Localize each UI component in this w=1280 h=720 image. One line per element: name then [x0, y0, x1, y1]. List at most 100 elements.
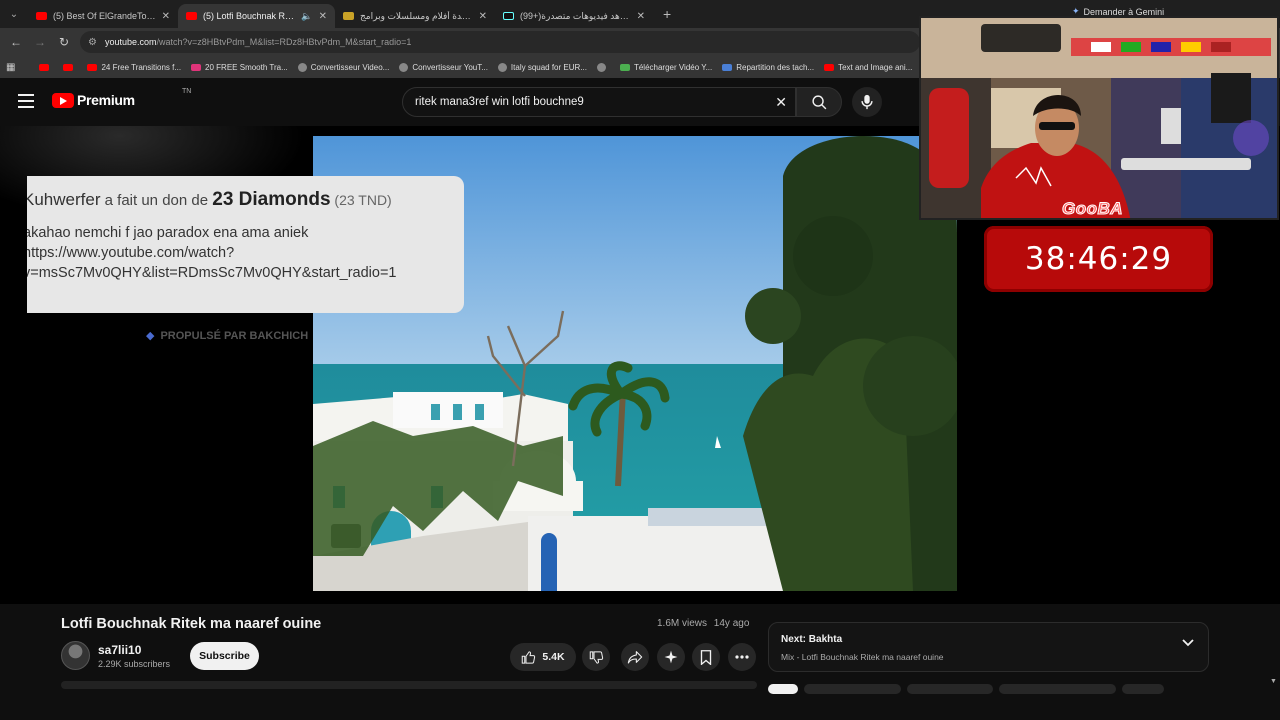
bookmark-label: Convertisseur Video... [310, 62, 390, 72]
bookmark-label: Text and Image ani... [838, 62, 913, 72]
filter-chip[interactable] [907, 684, 993, 694]
tab-title: (99+)شاهد فيديوهات متصدرة | [520, 10, 631, 21]
bookmark-item[interactable]: Convertisseur Video... [297, 62, 390, 72]
search-button[interactable] [796, 87, 842, 117]
bookmark-item[interactable]: 24 Free Transitions f... [87, 63, 181, 72]
chevron-down-icon[interactable] [1182, 639, 1194, 647]
bookmark-item[interactable]: Repartition des tach... [722, 63, 814, 72]
bookmark-label: Convertisseur YouT... [412, 62, 488, 72]
search-query: ritek mana3ref win lotfi bouchne9 [415, 96, 584, 108]
share-arrow-icon [627, 651, 643, 664]
youtube-favicon-icon [39, 63, 50, 71]
tab-lotfi-bouchnak[interactable]: (5) Lotfi Bouchnak Ritek ma 🔈 ✕ [178, 4, 335, 28]
bookmark-icon [700, 649, 712, 665]
back-arrow-icon[interactable]: ← [4, 35, 28, 49]
channel-name[interactable]: sa7lii10 [98, 643, 141, 657]
tab-arabic-movies[interactable]: مشاهدة أفلام ومسلسلات وبرامج ✕ [335, 4, 495, 28]
bookmark-label: Télécharger Vidéo Y... [633, 62, 713, 72]
bookmark-item[interactable] [596, 62, 610, 72]
bakchich-logo-icon: ◆ [146, 330, 155, 342]
donor-name: Kuhwerfer [27, 190, 101, 209]
bookmark-item[interactable]: Télécharger Vidéo Y... [619, 62, 713, 72]
tab-title: مشاهدة أفلام ومسلسلات وبرامج [360, 10, 473, 21]
thumbs-down-icon [589, 650, 603, 664]
bookmark-item[interactable] [39, 63, 53, 71]
view-count: 1.6M views [657, 618, 708, 629]
forward-arrow-icon[interactable]: → [28, 35, 52, 49]
dislike-button[interactable] [582, 643, 610, 671]
filter-chip[interactable] [999, 684, 1116, 694]
search-input[interactable]: ritek mana3ref win lotfi bouchne9 ✕ [402, 87, 796, 117]
ask-ai-button[interactable] [657, 643, 685, 671]
more-actions-button[interactable] [728, 643, 756, 671]
subscriber-count: 2.29K subscribers [98, 659, 171, 669]
microphone-icon [861, 94, 873, 110]
search-icon [811, 94, 826, 109]
tab-tiktok[interactable]: (99+)شاهد فيديوهات متصدرة | ✕ [495, 4, 653, 28]
site-info-icon[interactable]: ⚙ [88, 37, 97, 48]
gemini-label: Demander à Gemini [1083, 6, 1165, 17]
filter-chip[interactable] [804, 684, 901, 694]
tab-best-of-elgrandetoto[interactable]: (5) Best Of ElGrandeToto V1 - Y ✕ [28, 4, 178, 28]
donation-amount: 23 Diamonds [212, 189, 331, 210]
like-button[interactable]: 5.4K [510, 643, 576, 671]
like-count: 5.4K [542, 651, 565, 663]
close-tab-icon[interactable]: ✕ [479, 11, 487, 22]
donation-alert: Kuhwerfer a fait un don de 23 Diamonds (… [27, 176, 464, 313]
bookmark-item[interactable]: Italy squad for EUR... [497, 62, 587, 72]
video-meta[interactable]: 1.6M views 14y ago [657, 618, 749, 629]
youtube-favicon-icon [63, 63, 74, 71]
close-tab-icon[interactable]: ✕ [319, 11, 327, 22]
up-next-prefix: Next: [781, 634, 809, 645]
stream-timer: 38:46:29 [984, 226, 1213, 292]
url-path: /watch?v=z8HBtvPdm_M&list=RDz8HBtvPdm_M&… [156, 37, 412, 47]
tab-title: (5) Best Of ElGrandeToto V1 - Y [53, 11, 156, 21]
thumbs-up-icon [522, 650, 536, 664]
upload-age: 14y ago [713, 618, 750, 629]
bookmark-item[interactable] [63, 63, 77, 71]
globe-favicon-icon [596, 62, 606, 72]
voice-search-button[interactable] [852, 87, 882, 117]
filter-chip[interactable] [768, 684, 798, 694]
menu-hamburger-icon[interactable] [18, 94, 34, 108]
tiktok-favicon-icon [503, 12, 514, 20]
streamer-webcam [919, 16, 1279, 220]
apps-grid-icon[interactable]: ▦ [6, 62, 15, 73]
share-button[interactable] [621, 643, 649, 671]
logo-word: Premium [77, 92, 135, 108]
country-code: TN [182, 88, 192, 95]
reload-icon[interactable]: ↻ [52, 35, 76, 49]
site-favicon-icon [343, 12, 354, 20]
bookmark-item[interactable]: Text and Image ani... [824, 63, 912, 72]
powered-by-badge: ◆ PROPULSÉ PAR BAKCHICH [146, 329, 308, 343]
more-dots-icon [735, 655, 749, 659]
address-bar[interactable]: ⚙ youtube.com/watch?v=z8HBtvPdm_M&list=R… [80, 31, 920, 53]
close-tab-icon[interactable]: ✕ [637, 11, 645, 22]
scroll-down-arrow-icon[interactable]: ▼ [1270, 678, 1277, 685]
save-button[interactable] [692, 643, 720, 671]
screen: ⌄ (5) Best Of ElGrandeToto V1 - Y ✕ (5) … [0, 0, 1280, 720]
youtube-premium-logo[interactable]: Premium TN [52, 88, 191, 108]
subscribe-button[interactable]: Subscribe [190, 642, 259, 670]
bookmark-label: 24 Free Transitions f... [101, 62, 182, 72]
filter-chips [768, 684, 1164, 694]
close-tab-icon[interactable]: ✕ [162, 11, 170, 22]
sparkle-icon [664, 650, 678, 664]
speaker-icon[interactable]: 🔈 [301, 11, 312, 22]
clear-search-icon[interactable]: ✕ [775, 94, 787, 111]
bookmark-label: Repartition des tach... [736, 62, 815, 72]
new-tab-button[interactable]: + [653, 6, 681, 22]
youtube-favicon-icon [186, 12, 197, 20]
url-host: youtube.com [104, 37, 157, 47]
channel-avatar[interactable] [61, 641, 90, 670]
bookmark-item[interactable]: 20 FREE Smooth Tra... [191, 63, 288, 72]
up-next-title: Next: Bakhta [781, 634, 842, 645]
up-next-card[interactable]: Next: Bakhta Mix - Lotfi Bouchnak Ritek … [768, 622, 1209, 672]
youtube-favicon-icon [36, 12, 47, 20]
bookmark-item[interactable]: Convertisseur YouT... [399, 62, 488, 72]
filter-chip[interactable] [1122, 684, 1164, 694]
tab-search-chevron-icon[interactable]: ⌄ [0, 0, 28, 28]
description-preview-edge[interactable] [61, 681, 757, 689]
donation-amount-tnd: (23 TND) [330, 192, 392, 208]
bookmark-label: 20 FREE Smooth Tra... [205, 62, 288, 72]
